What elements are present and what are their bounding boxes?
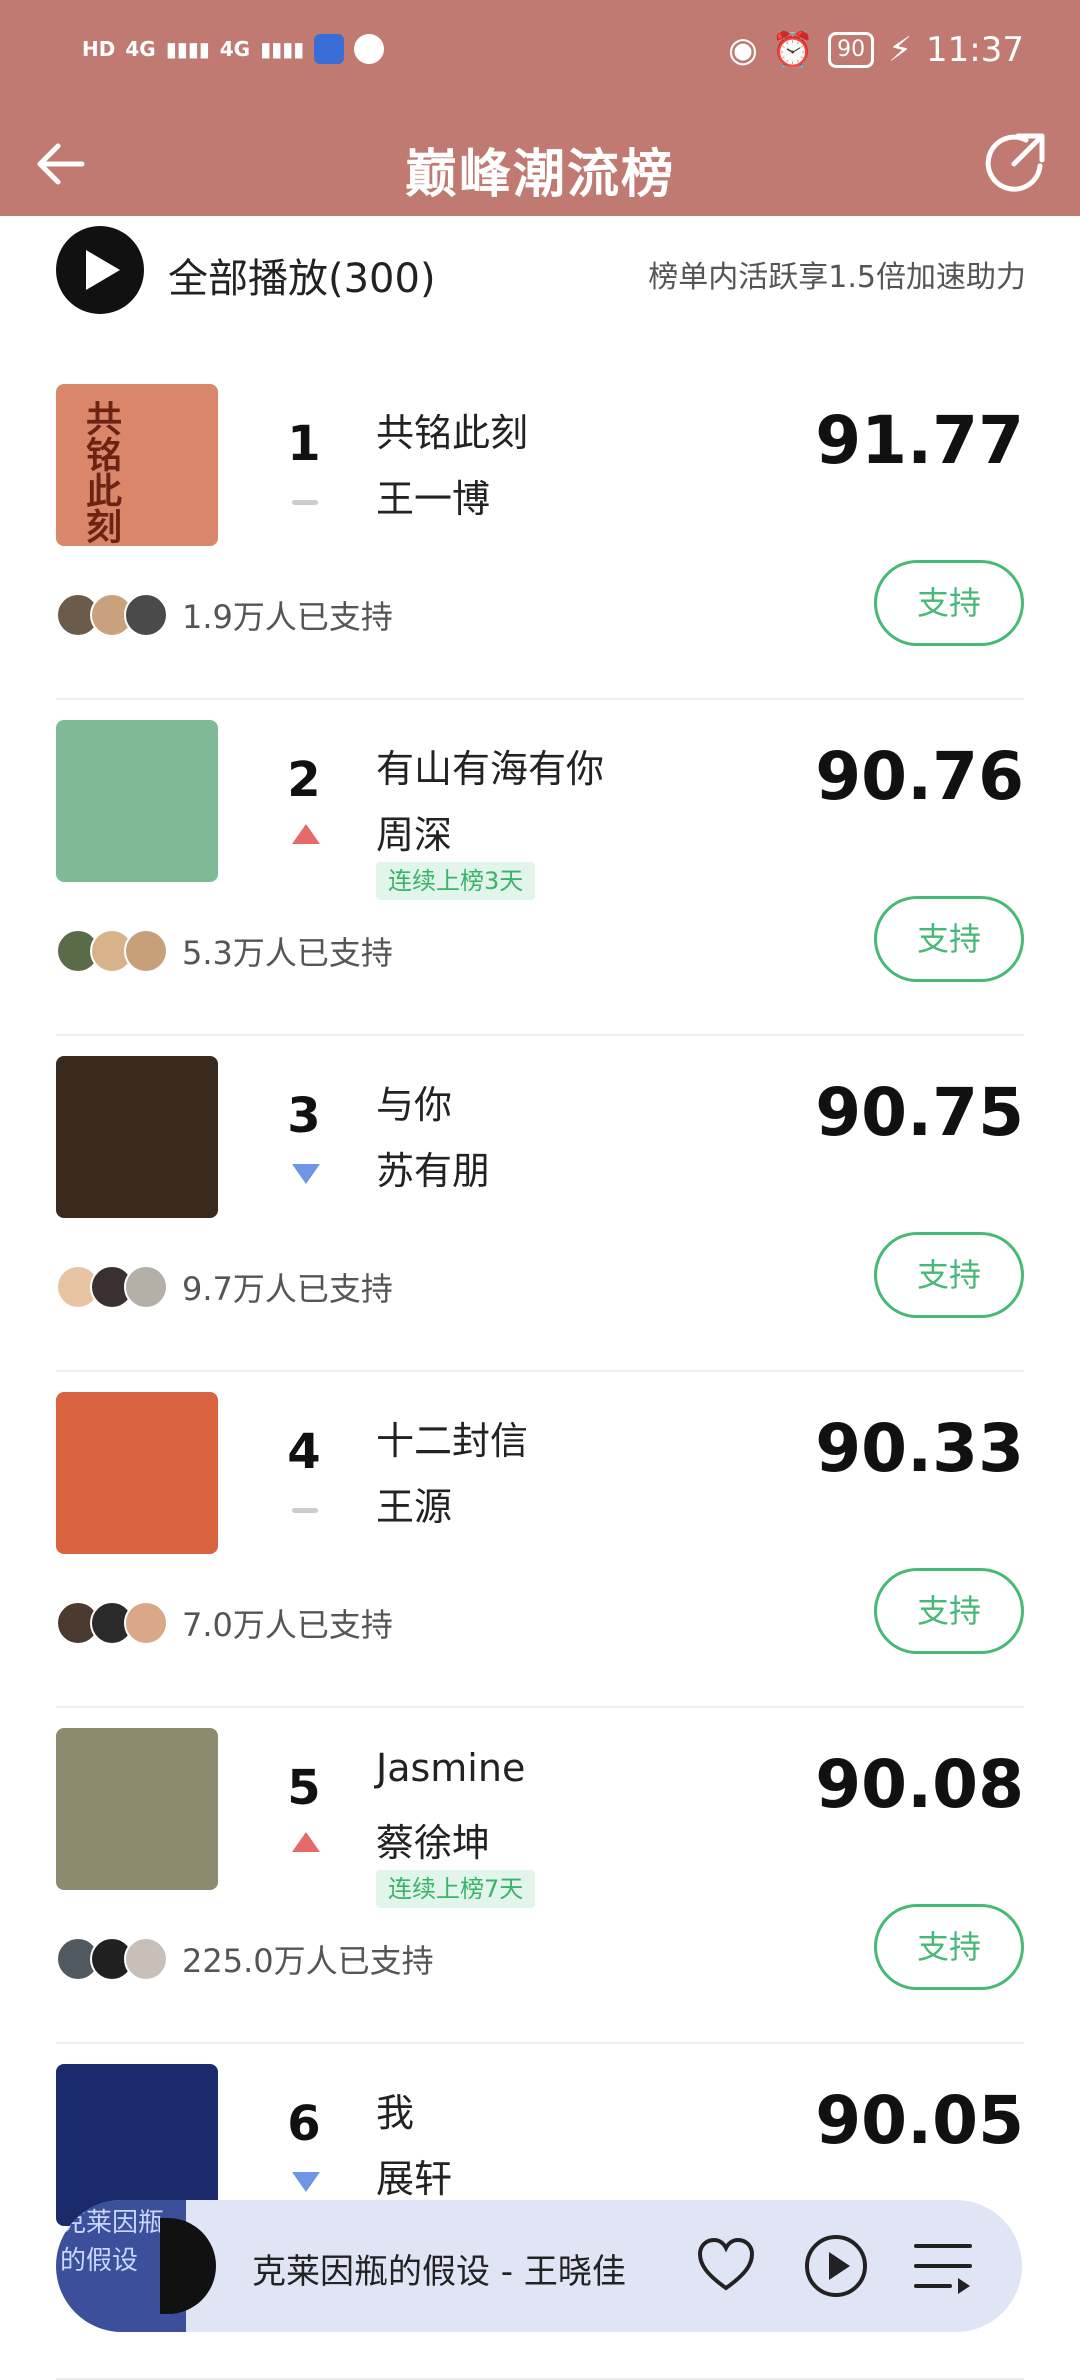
play-icon bbox=[86, 250, 120, 290]
playlist-queue-icon[interactable] bbox=[914, 2240, 974, 2294]
globe-icon bbox=[354, 34, 385, 64]
supporters-count: 5.3万人已支持 bbox=[182, 934, 393, 972]
rank-number: 6 bbox=[287, 2096, 321, 2152]
score-value: 90.76 bbox=[815, 738, 1024, 815]
supporters-count: 1.9万人已支持 bbox=[182, 598, 393, 636]
supporter-avatars bbox=[56, 593, 168, 637]
status-left: HD 4G ▮▮▮▮ 4G ▮▮▮▮ bbox=[82, 34, 385, 64]
hd-label: HD bbox=[82, 37, 116, 61]
streak-badge: 连续上榜7天 bbox=[376, 1870, 536, 1908]
score-value: 90.75 bbox=[815, 1074, 1024, 1151]
player-track-title[interactable]: 克莱因瓶的假设 - 王晓佳 bbox=[252, 2244, 626, 2293]
album-cover[interactable] bbox=[56, 1728, 218, 1890]
supporters-row: 1.9万人已支持 bbox=[56, 590, 393, 640]
album-cover[interactable] bbox=[56, 720, 218, 882]
support-button[interactable]: 支持 bbox=[874, 1232, 1024, 1318]
streak-badge: 连续上榜3天 bbox=[376, 862, 536, 900]
artist-name[interactable]: 王源 bbox=[376, 1476, 452, 1531]
supporter-avatars bbox=[56, 1601, 168, 1645]
play-all-button[interactable] bbox=[56, 226, 144, 314]
status-right: ◉ ⏰ 90 ⚡ 11:37 bbox=[728, 30, 1024, 70]
score-value: 90.08 bbox=[815, 1746, 1024, 1823]
supporters-row: 9.7万人已支持 bbox=[56, 1262, 393, 1312]
support-button[interactable]: 支持 bbox=[874, 1904, 1024, 1990]
network-label: 4G bbox=[125, 37, 156, 61]
song-title[interactable]: 十二封信 bbox=[376, 1410, 528, 1465]
support-button[interactable]: 支持 bbox=[874, 1568, 1024, 1654]
avatar bbox=[124, 1265, 168, 1309]
app-notification-icon bbox=[314, 34, 345, 64]
chart-list-item[interactable]: 3 与你苏有朋 90.75 9.7万人已支持 支持 bbox=[56, 1036, 1024, 1372]
rank-number: 3 bbox=[287, 1088, 321, 1144]
chart-list-item[interactable]: 2 有山有海有你 周深 连续上榜3天 90.76 5.3万人已支持 支持 bbox=[56, 700, 1024, 1036]
score-value: 90.05 bbox=[815, 2082, 1024, 2159]
chart-list-item[interactable]: 5 Jasmine 蔡徐坤 连续上榜7天 90.08 225.0万人已支持 支持 bbox=[56, 1708, 1024, 2044]
play-all-row: 全部播放(300) 榜单内活跃享1.5倍加速助力 bbox=[56, 226, 1026, 316]
rank-number: 2 bbox=[287, 752, 321, 808]
score-value: 91.77 bbox=[815, 402, 1024, 479]
avatar bbox=[124, 593, 168, 637]
supporters-count: 9.7万人已支持 bbox=[182, 1270, 393, 1308]
support-button[interactable]: 支持 bbox=[874, 560, 1024, 646]
artist-name[interactable]: 展轩 bbox=[376, 2148, 452, 2203]
score-value: 90.33 bbox=[815, 1410, 1024, 1487]
supporter-avatars bbox=[56, 1937, 168, 1981]
album-cover[interactable] bbox=[56, 1392, 218, 1554]
charging-icon: ⚡ bbox=[888, 30, 913, 70]
artist-name[interactable]: 蔡徐坤 bbox=[376, 1812, 490, 1867]
avatar bbox=[124, 1937, 168, 1981]
rank-number: 1 bbox=[287, 416, 321, 472]
signal-icon: ▮▮▮▮ bbox=[165, 37, 210, 61]
network-label-2: 4G bbox=[219, 37, 251, 61]
page-title: 巅峰潮流榜 bbox=[404, 145, 675, 205]
song-title[interactable]: 有山有海有你 bbox=[376, 738, 604, 793]
rank-number: 5 bbox=[287, 1760, 321, 1816]
artist-name[interactable]: 王一博 bbox=[376, 468, 490, 523]
supporters-row: 7.0万人已支持 bbox=[56, 1598, 393, 1648]
top-app-bar: 巅峰潮流榜 bbox=[0, 112, 1080, 216]
supporters-count: 225.0万人已支持 bbox=[182, 1942, 434, 1980]
trend-down-icon bbox=[292, 1164, 320, 1184]
status-bar: HD 4G ▮▮▮▮ 4G ▮▮▮▮ ◉ ⏰ 90 ⚡ 11:37 bbox=[0, 0, 1080, 112]
song-title[interactable]: Jasmine bbox=[376, 1746, 525, 1790]
artist-name[interactable]: 苏有朋 bbox=[376, 1140, 490, 1195]
supporters-row: 225.0万人已支持 bbox=[56, 1934, 434, 1984]
supporter-avatars bbox=[56, 1265, 168, 1309]
alarm-icon: ⏰ bbox=[771, 30, 815, 70]
trend-up-icon bbox=[292, 824, 320, 844]
trend-down-icon bbox=[292, 2172, 320, 2192]
eye-icon: ◉ bbox=[728, 30, 758, 70]
rank-number: 4 bbox=[287, 1424, 321, 1480]
trend-same-icon bbox=[292, 1508, 318, 1513]
share-icon[interactable] bbox=[978, 128, 1050, 200]
support-button[interactable]: 支持 bbox=[874, 896, 1024, 982]
play-all-label[interactable]: 全部播放(300) bbox=[168, 246, 436, 304]
supporter-avatars bbox=[56, 929, 168, 973]
avatar bbox=[124, 929, 168, 973]
supporters-count: 7.0万人已支持 bbox=[182, 1606, 393, 1644]
signal-icon-2: ▮▮▮▮ bbox=[260, 37, 305, 61]
album-cover[interactable]: 共铭此刻 bbox=[56, 384, 218, 546]
chart-list-item[interactable]: 4 十二封信王源 90.33 7.0万人已支持 支持 bbox=[56, 1372, 1024, 1708]
chart-list-item[interactable]: 共铭此刻 1 共铭此刻 王一博 91.77 1.9万人已支持 支持 bbox=[56, 364, 1024, 700]
battery-indicator: 90 bbox=[828, 32, 875, 68]
trend-same-icon bbox=[292, 500, 318, 505]
player-play-icon[interactable] bbox=[804, 2234, 868, 2298]
clock: 11:37 bbox=[926, 30, 1024, 70]
album-cover[interactable] bbox=[56, 1056, 218, 1218]
avatar bbox=[124, 1601, 168, 1645]
song-title[interactable]: 我 bbox=[376, 2082, 414, 2137]
heart-icon[interactable] bbox=[696, 2236, 756, 2296]
album-cover-text: 共铭此刻 bbox=[80, 400, 121, 544]
song-title[interactable]: 共铭此刻 bbox=[376, 402, 528, 457]
mini-player[interactable]: 克莱因瓶的假设 克莱因瓶的假设 - 王晓佳 bbox=[56, 2200, 1022, 2332]
song-title[interactable]: 与你 bbox=[376, 1074, 452, 1129]
boost-hint: 榜单内活跃享1.5倍加速助力 bbox=[648, 260, 1026, 295]
trend-up-icon bbox=[292, 1832, 320, 1852]
supporters-row: 5.3万人已支持 bbox=[56, 926, 393, 976]
player-disc bbox=[160, 2218, 216, 2314]
chart-list: 共铭此刻 1 共铭此刻 王一博 91.77 1.9万人已支持 支持 2 有山有海有你 周深 连续上榜… bbox=[56, 364, 1024, 2380]
artist-name[interactable]: 周深 bbox=[376, 804, 452, 859]
